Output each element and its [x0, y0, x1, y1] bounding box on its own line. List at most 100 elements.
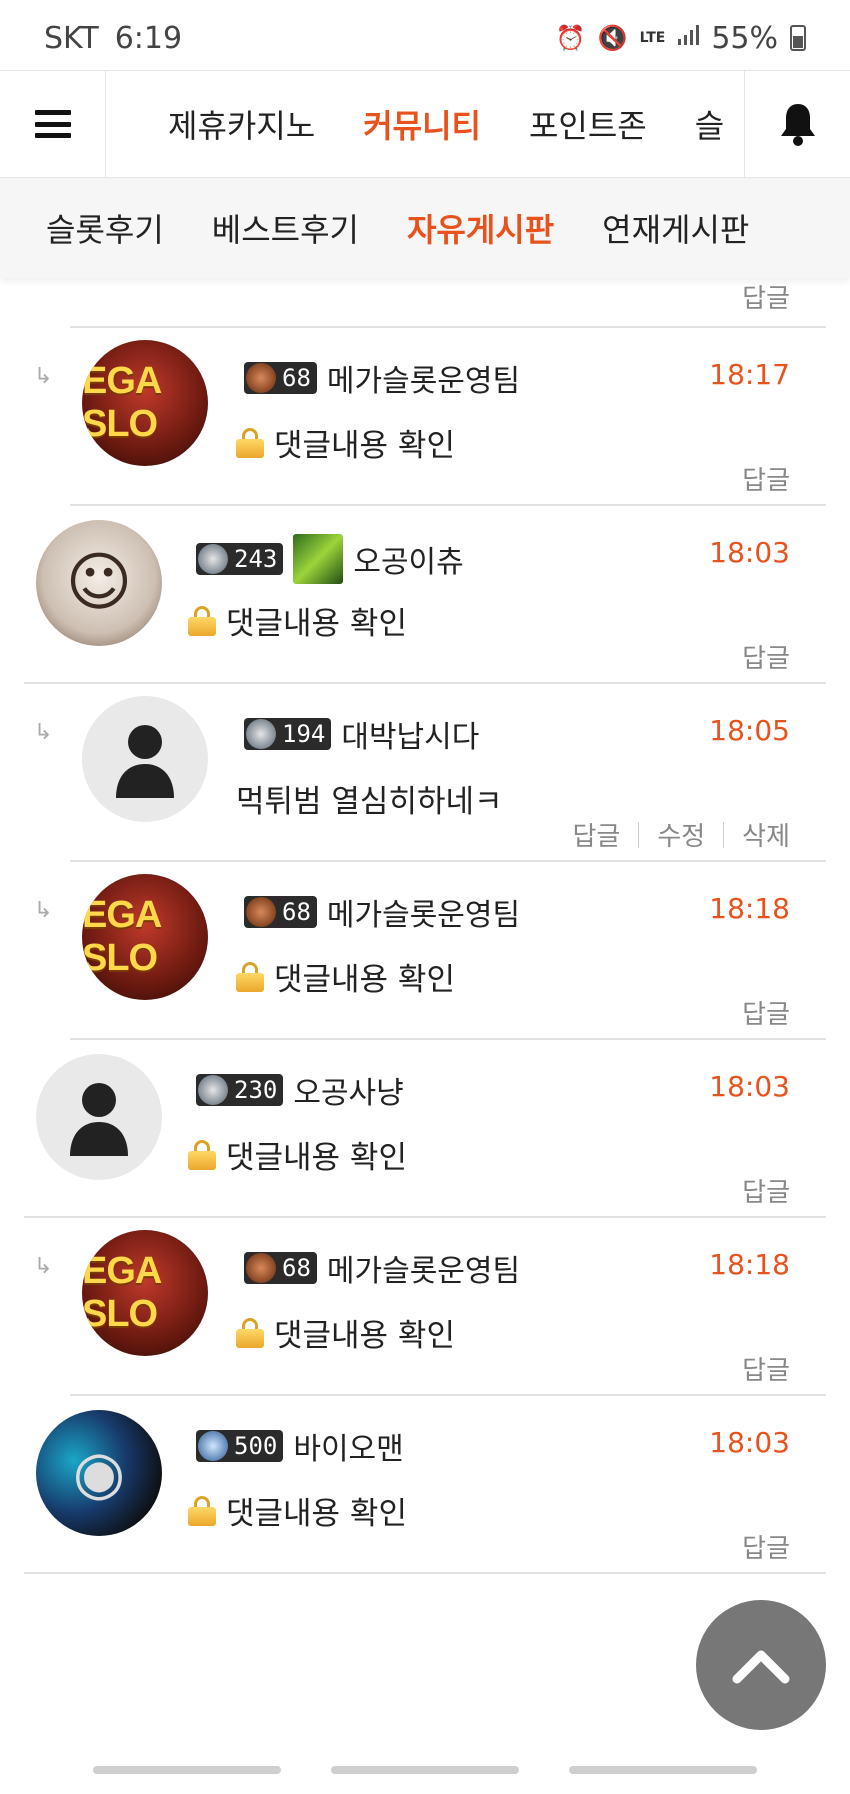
board-tab[interactable]: 연재게시판	[602, 205, 749, 251]
reply-link[interactable]: 답글	[742, 994, 790, 1031]
nickname[interactable]: 오공이츄	[353, 537, 463, 581]
avatar-logo: EGA SLO	[82, 360, 161, 445]
lock-body	[236, 1328, 264, 1348]
status-bar: SKT 6:19 ⏰ 🔇 LTE 55%	[0, 0, 850, 76]
comment-time: 18:03	[709, 1426, 790, 1459]
cartoon-face-icon: ☺	[65, 546, 133, 620]
level-number: 194	[282, 720, 326, 748]
lock-icon	[236, 961, 264, 992]
comment-meta: 194 대박납시다	[244, 712, 479, 756]
lock-icon	[188, 1495, 216, 1526]
menu-button[interactable]	[0, 71, 106, 177]
reply-link[interactable]: 답글	[742, 1528, 790, 1565]
comment-item: ◉ 500 바이오맨 18:03 댓글내용 확인답글	[0, 1396, 850, 1574]
nickname[interactable]: 메가슬롯운영팀	[327, 356, 520, 400]
avatar[interactable]	[36, 1054, 162, 1180]
comment-meta: 500 바이오맨	[196, 1424, 404, 1468]
comment-time: 18:05	[709, 714, 790, 747]
comment-meta: 68 메가슬롯운영팀	[244, 356, 520, 400]
bell-icon	[780, 104, 815, 146]
avatar[interactable]: EGA SLO	[82, 874, 208, 1000]
comment-text[interactable]: 댓글내용 확인	[188, 598, 407, 643]
level-badge: 194	[244, 718, 332, 750]
board-tab[interactable]: 슬롯후기	[46, 205, 164, 251]
nickname[interactable]: 메가슬롯운영팀	[327, 890, 520, 934]
comment-actions: 답글	[742, 638, 790, 675]
carrier-label: SKT	[44, 20, 99, 56]
lte-icon: LTE	[639, 30, 666, 46]
level-badge: 243	[196, 543, 284, 575]
rank-emblem-icon	[198, 1431, 228, 1461]
notification-button[interactable]	[744, 71, 850, 177]
reply-link[interactable]: 답글	[742, 1350, 790, 1387]
lock-body	[236, 438, 264, 458]
nickname[interactable]: 메가슬롯운영팀	[327, 1246, 520, 1290]
comment-meta: 68 메가슬롯운영팀	[244, 1246, 520, 1290]
comment-body: 댓글내용 확인	[274, 962, 455, 998]
comment-body: 댓글내용 확인	[274, 1318, 455, 1354]
board-tab[interactable]: 베스트후기	[212, 205, 359, 251]
reply-link[interactable]: 답글	[742, 1172, 790, 1209]
top-nav-tab[interactable]: 커뮤니티	[363, 101, 481, 147]
reply-link[interactable]: 답글	[742, 460, 790, 497]
avatar[interactable]: ◉	[36, 1410, 162, 1536]
edit-link[interactable]: 수정	[657, 816, 705, 853]
lock-icon	[188, 1139, 216, 1170]
comment-time: 18:18	[709, 892, 790, 925]
level-badge: 68	[244, 896, 317, 928]
comment-text[interactable]: 댓글내용 확인	[188, 1132, 407, 1177]
rank-emblem-icon	[198, 1075, 228, 1105]
comment-actions: 답글	[742, 1350, 790, 1387]
reply-arrow-icon: ↳	[34, 720, 53, 745]
avatar[interactable]	[82, 696, 208, 822]
mute-icon: 🔇	[597, 24, 628, 52]
comment-body: 댓글내용 확인	[226, 606, 407, 642]
comment-item: 230 오공사냥 18:03 댓글내용 확인 답글	[0, 1040, 850, 1218]
reply-link[interactable]: 답글	[742, 638, 790, 675]
avatar[interactable]: ☺	[36, 520, 162, 646]
comment-meta: 243 오공이츄	[196, 534, 464, 584]
user-silhouette-icon	[70, 1083, 128, 1156]
avatar[interactable]: EGA SLO	[82, 1230, 208, 1356]
lock-icon	[188, 605, 216, 636]
avatar[interactable]: EGA SLO	[82, 340, 208, 466]
rank-emblem-icon	[246, 363, 276, 393]
top-nav-tab[interactable]: 포인트존	[529, 101, 647, 147]
comment-text[interactable]: 댓글내용 확인	[236, 1310, 455, 1355]
reply-comment: ↳ EGA SLO 68 메가슬롯운영팀 18:17 댓글내용 확인 답글	[0, 328, 850, 506]
reply-arrow-icon: ↳	[34, 364, 53, 389]
separator	[723, 821, 725, 848]
chevron-up-icon	[732, 1650, 790, 1684]
reply-link[interactable]: 답글	[742, 278, 790, 315]
level-number: 243	[234, 545, 278, 573]
level-number: 500	[234, 1432, 278, 1460]
scroll-to-top-button[interactable]	[696, 1600, 826, 1730]
reply-link[interactable]: 답글	[572, 816, 620, 853]
user-silhouette-icon	[116, 725, 174, 798]
battery-percent: 55%	[711, 20, 778, 56]
hamburger-icon	[34, 110, 71, 138]
top-nav-tab[interactable]: 제휴카지노	[168, 101, 315, 147]
comment-text[interactable]: 댓글내용 확인	[236, 420, 455, 465]
level-badge: 68	[244, 1252, 317, 1284]
board-tab[interactable]: 자유게시판	[407, 205, 554, 251]
delete-link[interactable]: 삭제	[742, 816, 790, 853]
comment-text[interactable]: 댓글내용 확인	[236, 954, 455, 999]
comment-text[interactable]: 댓글내용 확인	[188, 1488, 407, 1533]
comment-actions: 답글	[742, 460, 790, 497]
level-number: 68	[282, 364, 311, 392]
lock-body	[236, 972, 264, 992]
comment-body: 댓글내용 확인	[274, 428, 455, 464]
nickname[interactable]: 대박납시다	[341, 712, 479, 756]
mask-icon: ◉	[72, 1438, 126, 1508]
rank-emblem-icon	[246, 1253, 276, 1283]
top-nav-tab[interactable]: 슬	[695, 101, 724, 147]
comment-body: 댓글내용 확인	[226, 1496, 407, 1532]
comment-meta: 230 오공사냥	[196, 1068, 404, 1112]
rank-emblem-icon	[246, 897, 276, 927]
nickname[interactable]: 바이오맨	[293, 1424, 403, 1468]
nickname[interactable]: 오공사냥	[293, 1068, 403, 1112]
comment-actions: 답글	[742, 994, 790, 1031]
comment-body: 먹튀범 열심히하네ㅋ	[236, 784, 503, 820]
lock-icon	[236, 427, 264, 458]
